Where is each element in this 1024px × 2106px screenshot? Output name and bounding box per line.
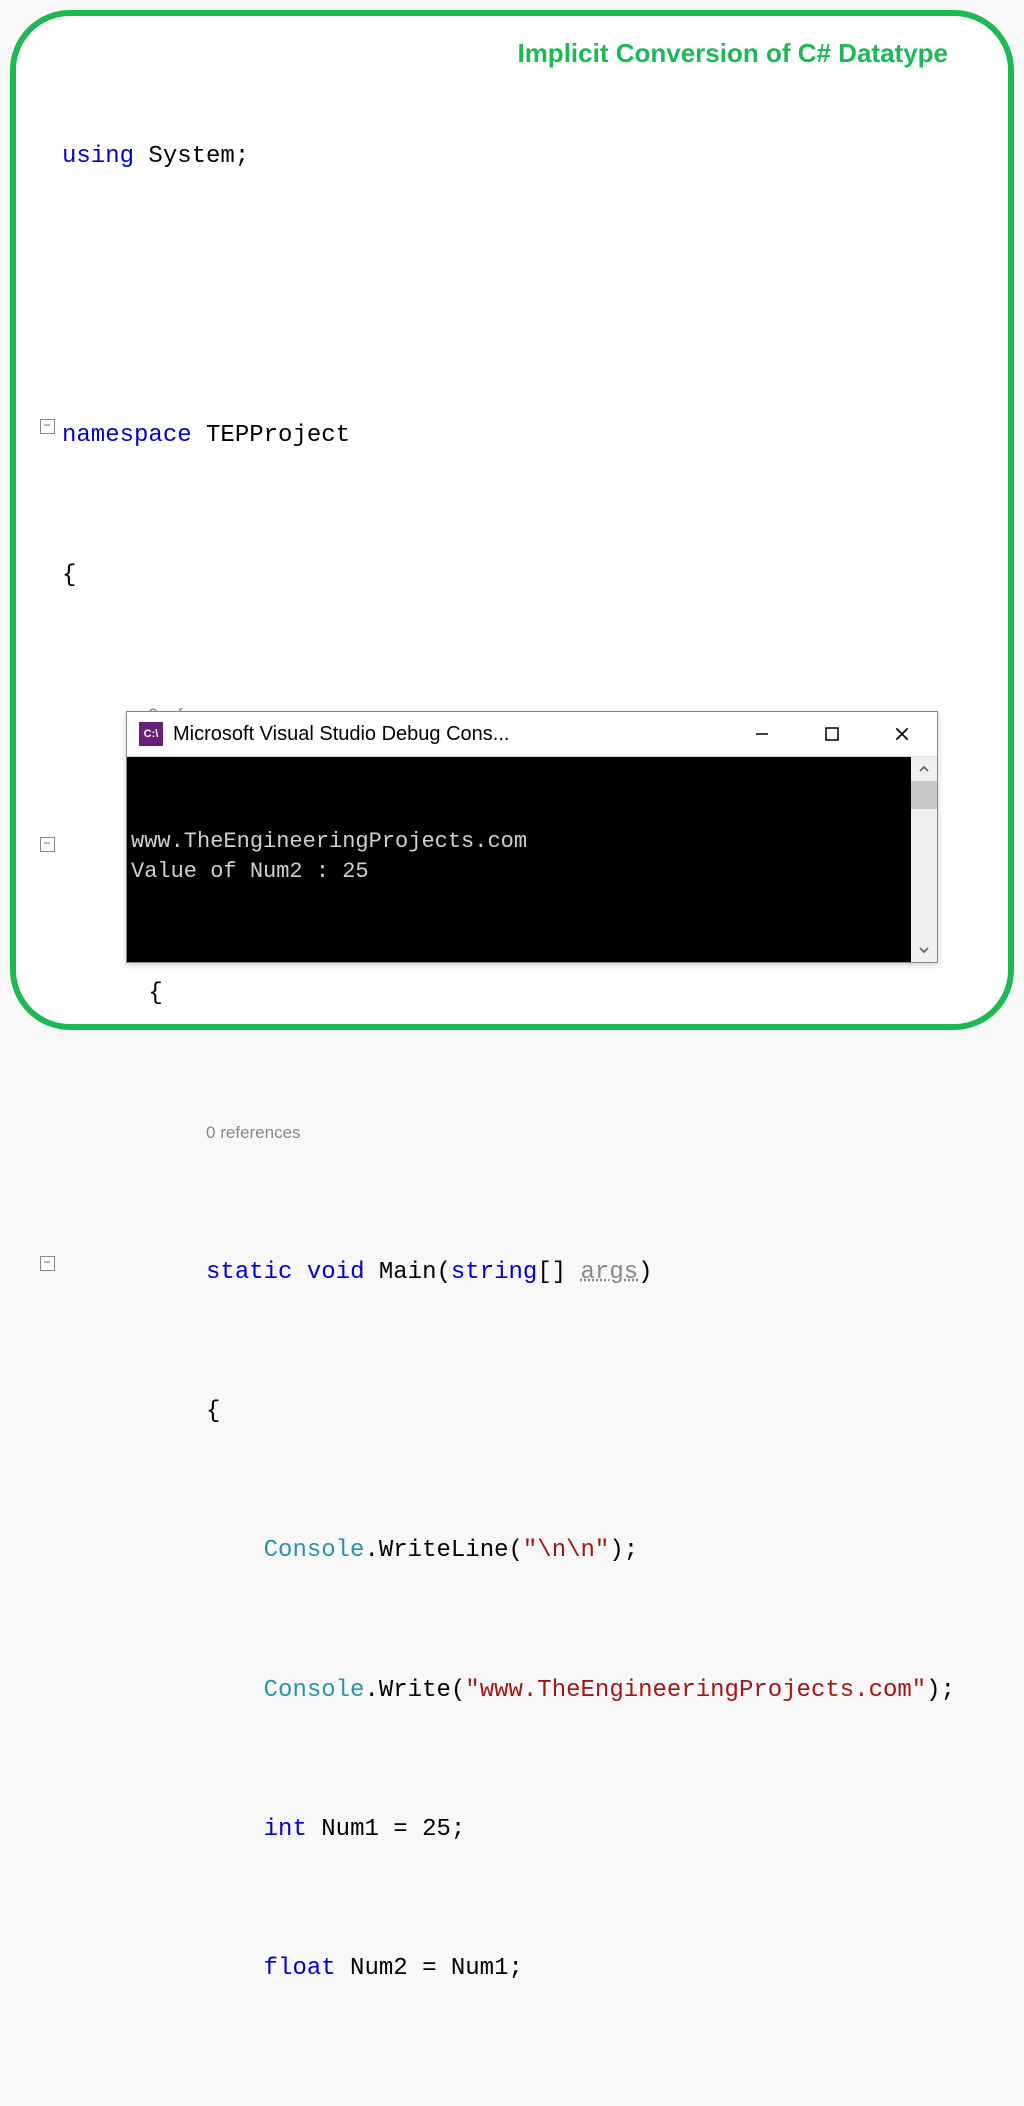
console-output[interactable]: www.TheEngineeringProjects.com Value of …	[127, 757, 911, 962]
code-frame: Implicit Conversion of C# Datatype using…	[10, 10, 1014, 1030]
fold-toggle-icon[interactable]: −	[40, 837, 55, 852]
fold-toggle-icon[interactable]: −	[40, 1256, 55, 1271]
codelens-references[interactable]: 0 references	[206, 1123, 301, 1142]
scroll-up-icon[interactable]	[911, 757, 937, 781]
close-button[interactable]	[867, 712, 937, 756]
window-titlebar[interactable]: C:\ Microsoft Visual Studio Debug Cons..…	[127, 712, 937, 757]
console-app-icon: C:\	[139, 722, 163, 746]
scrollbar-vertical[interactable]	[911, 757, 937, 962]
keyword-namespace: namespace	[62, 422, 192, 449]
keyword-using: using	[62, 143, 134, 170]
scroll-track[interactable]	[911, 781, 937, 938]
maximize-button[interactable]	[797, 712, 867, 756]
debug-console-window: C:\ Microsoft Visual Studio Debug Cons..…	[126, 711, 938, 963]
window-title-text: Microsoft Visual Studio Debug Cons...	[173, 723, 727, 746]
scroll-thumb[interactable]	[911, 781, 937, 809]
minimize-button[interactable]	[727, 712, 797, 756]
fold-toggle-icon[interactable]: −	[40, 419, 55, 434]
code-editor[interactable]: using System; − namespace TEPProject { 0…	[36, 36, 988, 2106]
scroll-down-icon[interactable]	[911, 938, 937, 962]
